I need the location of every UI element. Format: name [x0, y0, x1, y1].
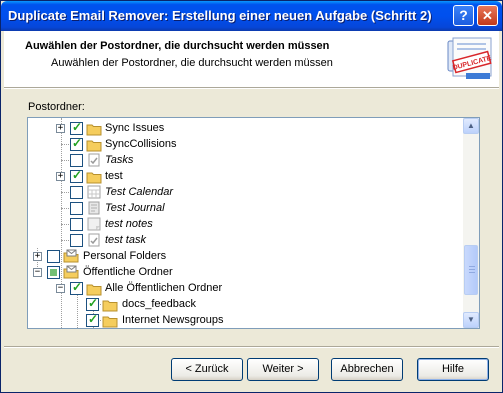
folder-icon	[102, 300, 118, 312]
tree-item-label: Alle Öffentlichen Ordner	[105, 282, 223, 294]
tree-item-label: test notes	[105, 218, 153, 230]
folder-icon	[86, 284, 102, 296]
tasks-icon	[88, 233, 100, 247]
folder-tree-content: + Sync Issues SyncCollisions Tasks +	[28, 118, 463, 328]
tree-item-test[interactable]: + test	[28, 168, 458, 185]
checkbox[interactable]	[47, 250, 60, 263]
title-bar[interactable]: Duplicate Email Remover: Erstellung eine…	[1, 1, 502, 31]
checkbox[interactable]	[70, 120, 83, 135]
tree-item-label: SyncCollisions	[105, 138, 177, 150]
dialog-window: Duplicate Email Remover: Erstellung eine…	[0, 0, 503, 393]
expand-icon[interactable]: +	[56, 124, 65, 133]
scroll-thumb[interactable]	[464, 245, 478, 295]
next-button[interactable]: Weiter >	[247, 358, 319, 381]
scroll-down-button[interactable]: ▼	[463, 312, 479, 328]
checkbox[interactable]	[70, 186, 83, 199]
tree-item-test-calendar[interactable]: Test Calendar	[28, 185, 458, 201]
tasks-icon	[88, 153, 100, 167]
cancel-button[interactable]: Abbrechen	[331, 358, 403, 381]
tree-item-label: docs_feedback	[122, 298, 196, 310]
grip-icon	[469, 272, 475, 273]
checkbox[interactable]	[70, 154, 83, 167]
tree-item-label: Öffentliche Ordner	[83, 266, 173, 278]
tree-item-label: Tasks	[105, 154, 134, 166]
expand-icon[interactable]: +	[56, 172, 65, 181]
tree-item-test-notes[interactable]: test notes	[28, 217, 458, 233]
tree-item-internet-newsgroups[interactable]: Internet Newsgroups	[28, 312, 458, 328]
help-button[interactable]: Hilfe	[417, 358, 489, 381]
footer-divider-highlight	[4, 347, 499, 348]
back-button[interactable]: < Zurück	[171, 358, 243, 381]
window-title: Duplicate Email Remover: Erstellung eine…	[8, 8, 432, 23]
tree-item-tasks[interactable]: Tasks	[28, 153, 458, 169]
checkbox[interactable]	[70, 280, 83, 295]
calendar-icon	[87, 185, 101, 199]
tree-item-synccollisions[interactable]: SyncCollisions	[28, 136, 458, 153]
folder-icon	[86, 172, 102, 184]
vertical-scrollbar[interactable]: ▲ ▼	[463, 118, 479, 328]
tree-item-label: Internet Newsgroups	[122, 314, 224, 326]
checkbox[interactable]	[70, 168, 83, 183]
grip-icon	[469, 266, 475, 267]
tree-item-label: test task	[105, 234, 146, 246]
folder-icon	[86, 140, 102, 152]
header-panel: Auwählen der Postordner, die durchsucht …	[4, 31, 499, 88]
tree-item-label: Test Calendar	[105, 186, 174, 198]
mailbox-icon	[63, 265, 79, 279]
tree-item-all-public-folders[interactable]: − Alle Öffentlichen Ordner	[28, 280, 458, 297]
checkbox[interactable]	[47, 266, 60, 279]
folder-tree[interactable]: + Sync Issues SyncCollisions Tasks +	[27, 117, 480, 329]
tree-item-label: test	[105, 170, 123, 182]
tree-item-test-task[interactable]: test task	[28, 233, 458, 249]
checkbox[interactable]	[70, 202, 83, 215]
close-button[interactable]: ✕	[477, 5, 498, 26]
tree-item-sync-issues[interactable]: + Sync Issues	[28, 120, 458, 137]
journal-icon	[88, 201, 100, 215]
header-divider	[4, 88, 499, 89]
scroll-up-button[interactable]: ▲	[463, 118, 479, 134]
grip-icon	[469, 269, 475, 270]
checkbox[interactable]	[70, 136, 83, 151]
tree-item-personal-folders[interactable]: + Personal Folders	[28, 249, 458, 265]
header-subtitle: Auwählen der Postordner, die durchsucht …	[51, 57, 333, 69]
tree-item-label: Personal Folders	[83, 250, 167, 262]
tree-item-label: Sync Issues	[105, 122, 165, 134]
checkbox[interactable]	[86, 312, 99, 327]
mailbox-icon	[63, 249, 79, 263]
folder-icon	[86, 124, 102, 136]
collapse-icon[interactable]: −	[33, 268, 42, 277]
tree-item-docs-feedback[interactable]: docs_feedback	[28, 296, 458, 313]
collapse-icon[interactable]: −	[56, 284, 65, 293]
header-title: Auwählen der Postordner, die durchsucht …	[25, 40, 330, 52]
notes-icon	[87, 217, 101, 231]
tree-item-public-folders[interactable]: − Öffentliche Ordner	[28, 265, 458, 281]
tree-item-test-journal[interactable]: Test Journal	[28, 201, 458, 217]
folder-list-label: Postordner:	[28, 101, 85, 113]
checkbox[interactable]	[70, 234, 83, 247]
help-title-button[interactable]: ?	[453, 5, 474, 26]
tree-item-label: Test Journal	[105, 202, 165, 214]
checkbox[interactable]	[86, 296, 99, 311]
duplicate-logo-icon: DUPLICATE	[447, 37, 492, 79]
expand-icon[interactable]: +	[33, 252, 42, 261]
folder-icon	[102, 316, 118, 328]
checkbox[interactable]	[70, 218, 83, 231]
